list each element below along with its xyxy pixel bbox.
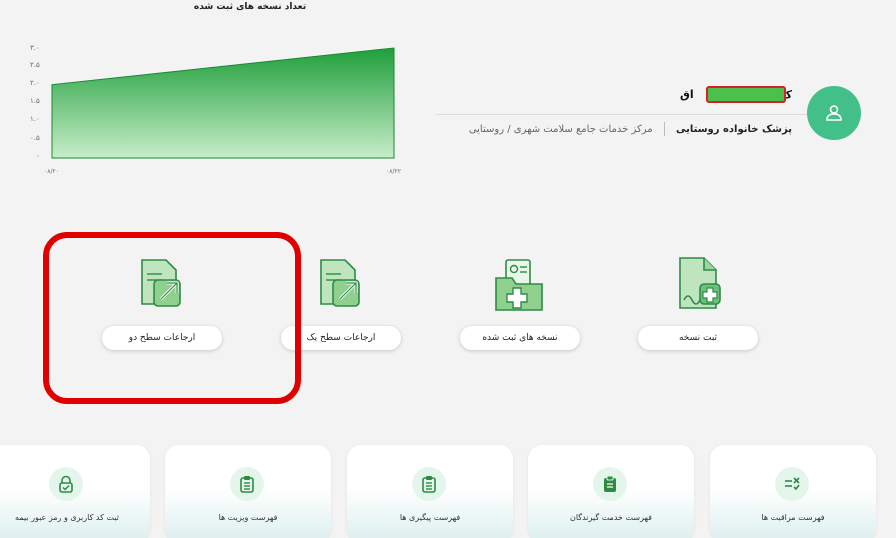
card-label: فهرست ویزیت ها bbox=[218, 513, 278, 522]
health-center: مرکز خدمات جامع سلامت شهری / روستایی bbox=[468, 124, 653, 135]
user-role-row: پزشک خانواده روستایی مرکز خدمات جامع سلا… bbox=[440, 122, 792, 140]
chart-plot-area bbox=[51, 47, 395, 159]
prescriptions-chart: تعداد نسخه های ثبت شده ۳.۰ ۲.۵ ۲.۰ ۱.۵ ۱… bbox=[0, 0, 420, 185]
card-care-list[interactable]: فهرست مراقبت ها bbox=[710, 445, 876, 538]
profile-divider bbox=[436, 114, 816, 115]
clipboard-icon bbox=[604, 475, 616, 492]
card-label: ثبت کد کاربری و رمز عبور بیمه bbox=[15, 513, 119, 522]
action-registered-prescriptions[interactable]: نسخه های ثبت شده bbox=[460, 254, 580, 366]
referral-level-one-icon bbox=[320, 259, 360, 307]
prescription-file-icon bbox=[679, 257, 721, 309]
card-service-recipients[interactable]: فهرست خدمت گیرندگان bbox=[528, 445, 694, 538]
series-area bbox=[51, 47, 395, 159]
lock-check-icon bbox=[59, 475, 73, 493]
user-role: پزشک خانواده روستایی bbox=[676, 124, 792, 135]
role-separator bbox=[663, 122, 665, 136]
card-visits[interactable]: فهرست ویزیت ها bbox=[165, 445, 331, 538]
card-label: فهرست پیگیری ها bbox=[399, 513, 461, 522]
highlight-frame bbox=[43, 232, 301, 404]
avatar[interactable] bbox=[807, 86, 861, 140]
card-label: فهرست خدمت گیرندگان bbox=[569, 513, 653, 522]
user-name-end: اق bbox=[680, 88, 694, 101]
user-icon bbox=[826, 105, 842, 121]
card-label: فهرست مراقبت ها bbox=[761, 513, 825, 522]
user-name: ک اق bbox=[680, 86, 792, 106]
card-insurance-credentials[interactable]: ثبت کد کاربری و رمز عبور بیمه bbox=[0, 445, 150, 538]
registered-prescriptions-button[interactable]: نسخه های ثبت شده bbox=[460, 326, 580, 350]
medical-folder-icon bbox=[495, 259, 543, 311]
checklist-icon bbox=[785, 477, 800, 491]
card-followups[interactable]: فهرست پیگیری ها bbox=[347, 445, 513, 538]
register-prescription-button[interactable]: ثبت نسخه bbox=[638, 326, 758, 350]
action-register-prescription[interactable]: ثبت نسخه bbox=[638, 254, 758, 366]
clipboard-list-icon bbox=[240, 476, 254, 493]
name-redaction bbox=[706, 86, 786, 103]
clipboard-list-icon bbox=[422, 476, 436, 493]
